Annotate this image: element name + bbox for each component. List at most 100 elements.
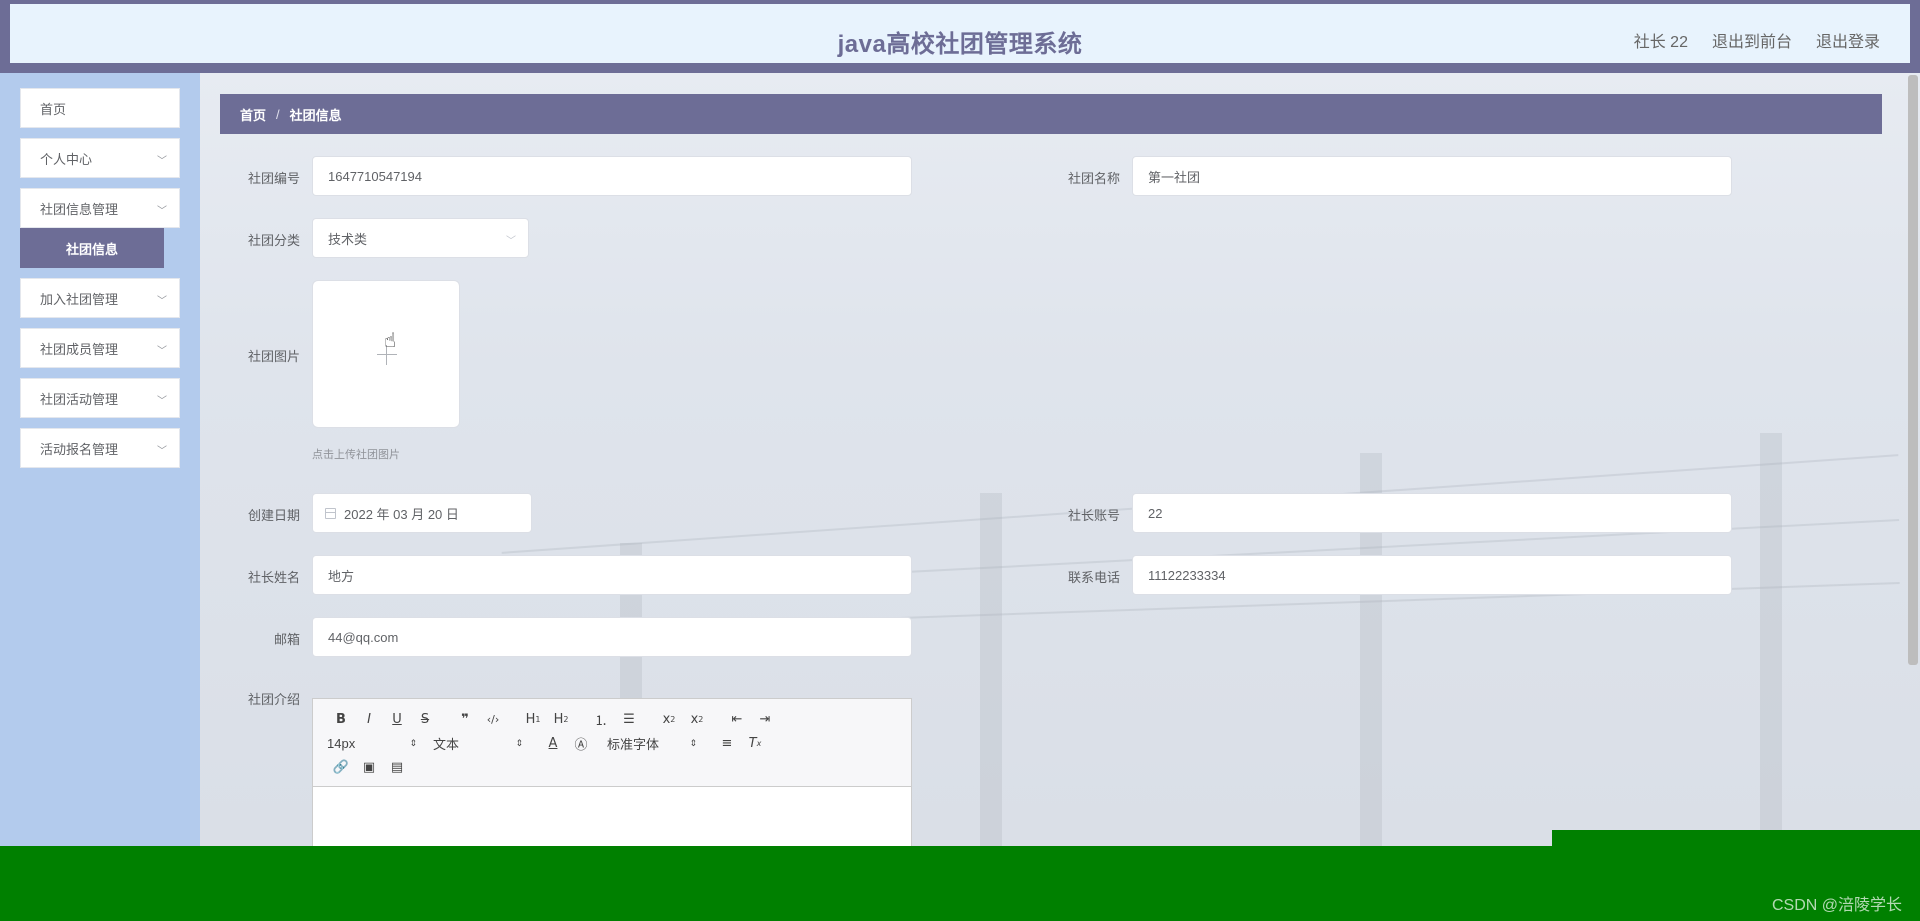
club-category-select[interactable]: 技术类 ﹀ (312, 218, 529, 258)
sidebar-item-label: 加入社团管理 (40, 291, 119, 307)
created-date-value: 2022 年 03 月 20 日 (344, 506, 459, 522)
ordered-list-icon[interactable]: ⒈ (587, 709, 615, 729)
editor-toolbar: B I U S ❞ ‹/› H1 H2 ⒈ ☰ x2 x2 ⇤ ⇥ 14px ⇕ (313, 699, 911, 787)
chevron-down-icon: ﹀ (157, 346, 167, 357)
club-name-label: 社团名称 (1067, 171, 1120, 186)
font-family-value: 标准字体 (607, 736, 660, 752)
club-category-value: 技术类 (328, 231, 368, 247)
leader-account-value: 22 (1148, 505, 1163, 521)
sidebar-item-label: 个人中心 (40, 151, 93, 167)
code-block-icon[interactable]: ‹/› (479, 709, 507, 729)
club-no-value: 1647710547194 (328, 168, 422, 184)
club-no-input[interactable]: 1647710547194 (312, 156, 912, 196)
intro-label: 社团介绍 (247, 692, 300, 707)
strikethrough-icon[interactable]: S (411, 709, 439, 729)
sidebar-item-club-info-management[interactable]: 社团信息管理 ﹀ (20, 188, 180, 228)
hand-cursor-icon: ☝ (384, 330, 397, 352)
breadcrumb-home[interactable]: 首页 (240, 105, 266, 124)
subscript-icon[interactable]: x2 (655, 709, 683, 729)
image-upload-box[interactable] (312, 280, 460, 428)
bottom-overlay (0, 846, 1920, 921)
chevron-up-icon: ﹀ (157, 206, 167, 217)
phone-label: 联系电话 (1067, 570, 1120, 585)
phone-value: 11122233334 (1148, 567, 1226, 583)
sidebar-item-label: 社团成员管理 (40, 341, 119, 357)
upload-hint: 点击上传社团图片 (312, 449, 400, 461)
image-icon[interactable]: ▣ (355, 757, 383, 777)
sidebar-item-label: 社团信息 (65, 241, 118, 257)
club-name-input[interactable]: 第一社团 (1132, 156, 1732, 196)
sidebar-subitem-club-info[interactable]: 社团信息 (20, 228, 164, 268)
leader-name-input[interactable]: 地方 (312, 555, 912, 595)
app-title: java高校社团管理系统 (837, 31, 1083, 58)
top-header: java高校社团管理系统 社长 22 退出到前台 退出登录 (0, 0, 1920, 73)
font-family-picker[interactable]: 标准字体 ⇕ (607, 733, 701, 753)
block-type-value: 文本 (433, 736, 460, 752)
updown-icon: ⇕ (689, 737, 697, 748)
created-date-picker[interactable]: 2022 年 03 月 20 日 (312, 493, 532, 533)
sidebar-item-label: 活动报名管理 (40, 441, 119, 457)
indent-icon[interactable]: ⇥ (751, 709, 779, 729)
font-size-value: 14px (327, 735, 356, 751)
bullet-list-icon[interactable]: ☰ (615, 709, 643, 729)
sidebar-item-label: 首页 (40, 101, 67, 117)
sidebar-item-activity-management[interactable]: 社团活动管理 ﹀ (20, 378, 180, 418)
created-date-label: 创建日期 (247, 508, 300, 523)
outdent-icon[interactable]: ⇤ (723, 709, 751, 729)
logout-link[interactable]: 退出登录 (1816, 28, 1880, 52)
chevron-down-icon: ﹀ (157, 156, 167, 167)
font-size-picker[interactable]: 14px ⇕ (327, 733, 421, 753)
italic-icon[interactable]: I (355, 709, 383, 729)
rich-text-editor[interactable]: B I U S ❞ ‹/› H1 H2 ⒈ ☰ x2 x2 ⇤ ⇥ 14px ⇕ (312, 698, 912, 848)
leader-name-value: 地方 (328, 568, 355, 584)
chevron-down-icon: ﹀ (506, 236, 516, 247)
updown-icon: ⇕ (515, 737, 523, 748)
club-category-label: 社团分类 (247, 233, 300, 248)
sidebar-item-home[interactable]: 首页 (20, 88, 180, 128)
updown-icon: ⇕ (409, 737, 417, 748)
email-label: 邮箱 (273, 632, 300, 647)
front-link[interactable]: 退出到前台 (1712, 28, 1792, 52)
watermark: CSDN @涪陵学长 (1771, 897, 1902, 914)
sidebar-item-profile[interactable]: 个人中心 ﹀ (20, 138, 180, 178)
current-user: 社长 22 (1633, 34, 1688, 51)
chevron-down-icon: ﹀ (157, 396, 167, 407)
chevron-down-icon: ﹀ (157, 446, 167, 457)
scrollbar-thumb[interactable] (1908, 75, 1918, 665)
bottom-overlay-notch (1552, 830, 1920, 846)
font-color-icon[interactable]: A (539, 733, 567, 753)
chevron-down-icon: ﹀ (157, 296, 167, 307)
club-name-value: 第一社团 (1148, 169, 1201, 185)
sidebar-item-member-management[interactable]: 社团成员管理 ﹀ (20, 328, 180, 368)
sidebar-item-signup-management[interactable]: 活动报名管理 ﹀ (20, 428, 180, 468)
leader-account-input[interactable]: 22 (1132, 493, 1732, 533)
plus-icon (377, 354, 397, 355)
header-links: 社长 22 退出到前台 退出登录 (1634, 28, 1880, 52)
sidebar-item-label: 社团活动管理 (40, 391, 119, 407)
block-type-picker[interactable]: 文本 ⇕ (433, 733, 527, 753)
clear-format-icon[interactable]: Tx (741, 733, 769, 753)
sidebar-item-label: 社团信息管理 (40, 201, 119, 217)
email-input[interactable]: 44@qq.com (312, 617, 912, 657)
video-icon[interactable]: ▤ (383, 757, 411, 777)
bold-icon[interactable]: B (327, 709, 355, 729)
breadcrumb: 首页 / 社团信息 (220, 94, 1882, 134)
background-color-icon[interactable]: Ⓐ (567, 733, 595, 753)
link-icon[interactable]: 🔗 (327, 757, 355, 777)
heading2-icon[interactable]: H2 (547, 709, 575, 729)
heading1-icon[interactable]: H1 (519, 709, 547, 729)
email-value: 44@qq.com (328, 629, 399, 645)
sidebar-item-join-management[interactable]: 加入社团管理 ﹀ (20, 278, 180, 318)
breadcrumb-current: 社团信息 (289, 107, 342, 123)
club-no-label: 社团编号 (247, 171, 300, 186)
club-image-label: 社团图片 (247, 349, 300, 364)
superscript-icon[interactable]: x2 (683, 709, 711, 729)
calendar-icon (325, 507, 336, 519)
breadcrumb-separator: / (276, 106, 280, 122)
underline-icon[interactable]: U (383, 709, 411, 729)
blockquote-icon[interactable]: ❞ (451, 709, 479, 729)
leader-name-label: 社长姓名 (247, 570, 300, 585)
align-icon[interactable]: ≡ (713, 733, 741, 753)
header-panel: java高校社团管理系统 社长 22 退出到前台 退出登录 (10, 4, 1910, 63)
phone-input[interactable]: 11122233334 (1132, 555, 1732, 595)
